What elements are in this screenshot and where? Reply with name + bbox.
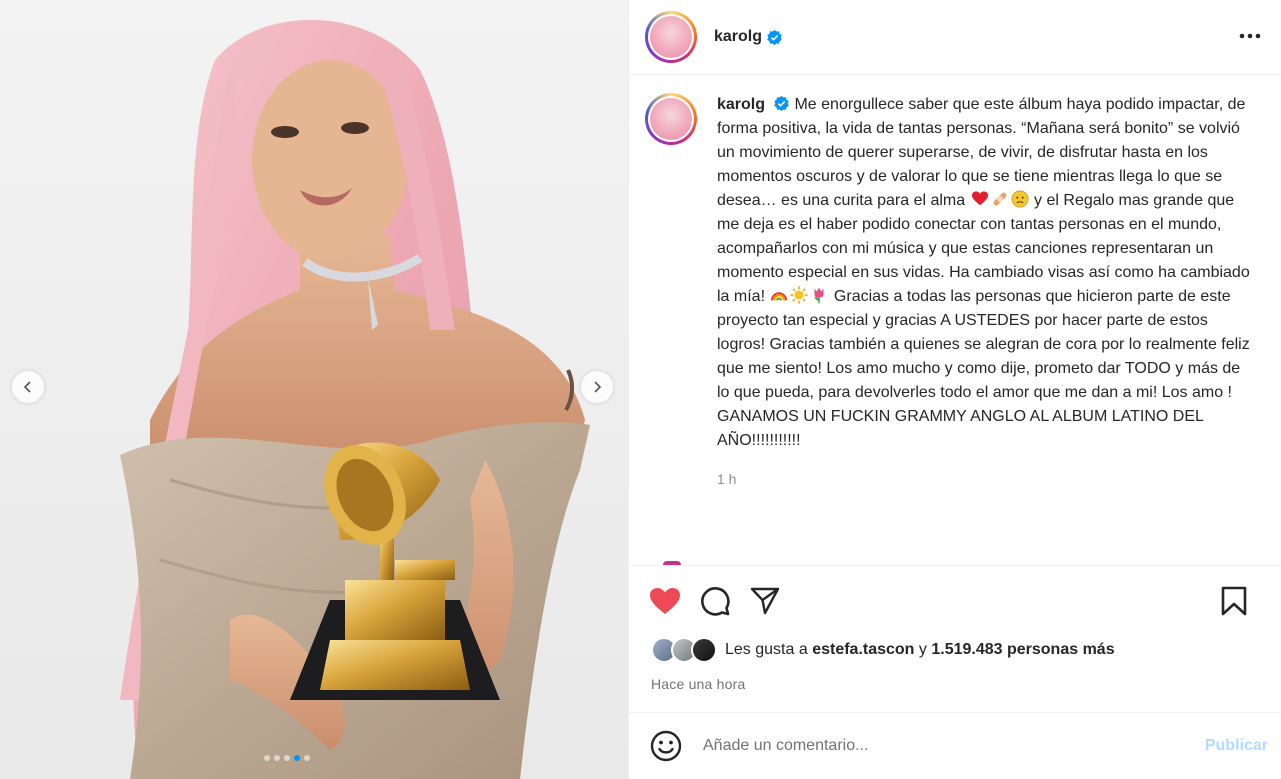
caption-text-part3: Gracias a todas las personas que hiciero… [717, 288, 1255, 449]
bookmark-icon [1221, 586, 1247, 616]
post-photo [120, 19, 590, 779]
carousel-next-button[interactable] [581, 371, 613, 403]
bandage-emoji [993, 192, 1007, 206]
post-header: karolg [629, 0, 1281, 75]
red-heart-emoji [971, 191, 988, 206]
emoji-picker-button[interactable] [649, 729, 683, 763]
carousel-prev-button[interactable] [12, 371, 44, 403]
carousel-dot [274, 755, 280, 761]
caption-timestamp[interactable]: 1 h [717, 467, 1252, 491]
avatar-image [650, 98, 692, 140]
rainbow-emoji [771, 292, 788, 301]
more-options-icon [1239, 33, 1261, 39]
like-button[interactable] [649, 585, 681, 617]
verified-badge-icon [774, 95, 789, 112]
likes-summary: Les gusta a estefa.tascon y 1.519.483 pe… [651, 637, 1115, 663]
more-options-button[interactable] [1237, 24, 1263, 48]
caption-body: karolg Me enorgullece saber que este álb… [717, 93, 1252, 491]
caption-author-avatar[interactable] [645, 93, 697, 145]
comment-button[interactable] [699, 585, 731, 617]
carousel-dot [284, 755, 290, 761]
chevron-right-icon [594, 381, 602, 393]
save-button[interactable] [1218, 585, 1250, 617]
carousel-dot [264, 755, 270, 761]
verified-badge-icon [767, 29, 782, 45]
post-caption: karolg Me enorgullece saber que este álb… [629, 75, 1281, 491]
likes-prefix: Les gusta a [725, 641, 808, 658]
post-media[interactable] [0, 0, 628, 779]
worried-face-emoji [1011, 190, 1029, 208]
tulip-emoji [814, 287, 824, 304]
avatar-image [650, 16, 692, 58]
liker-avatar [691, 637, 717, 663]
author-username[interactable]: karolg [714, 28, 762, 46]
post-actions-bar [629, 565, 1281, 635]
comment-input[interactable] [703, 737, 1183, 755]
comment-icon [701, 586, 730, 616]
publish-button[interactable]: Publicar [1205, 737, 1268, 755]
comments-section[interactable]: karolg Me enorgullece saber que este álb… [629, 75, 1281, 565]
smiley-icon [650, 730, 682, 762]
carousel-dots [264, 755, 310, 761]
likes-connector: y [918, 641, 927, 658]
liker-username[interactable]: estefa.tascon [812, 641, 914, 659]
post-date[interactable]: Hace una hora [651, 676, 745, 692]
liker-avatars[interactable] [651, 637, 717, 663]
chevron-left-icon [23, 381, 31, 393]
post-details-panel: karolg karolg Me enorgullece saber que e… [628, 0, 1281, 779]
share-icon [750, 587, 780, 614]
carousel-dot-active [294, 755, 300, 761]
caption-text: karolg Me enorgullece saber que este álb… [717, 93, 1252, 453]
heart-filled-icon [650, 587, 680, 614]
author-avatar[interactable] [645, 11, 697, 63]
carousel-dot [304, 755, 310, 761]
share-button[interactable] [749, 585, 781, 617]
add-comment-form: Publicar [629, 712, 1281, 779]
caption-username[interactable]: karolg [717, 96, 765, 113]
sun-emoji [790, 286, 809, 304]
likes-count[interactable]: 1.519.483 personas más [931, 641, 1114, 659]
